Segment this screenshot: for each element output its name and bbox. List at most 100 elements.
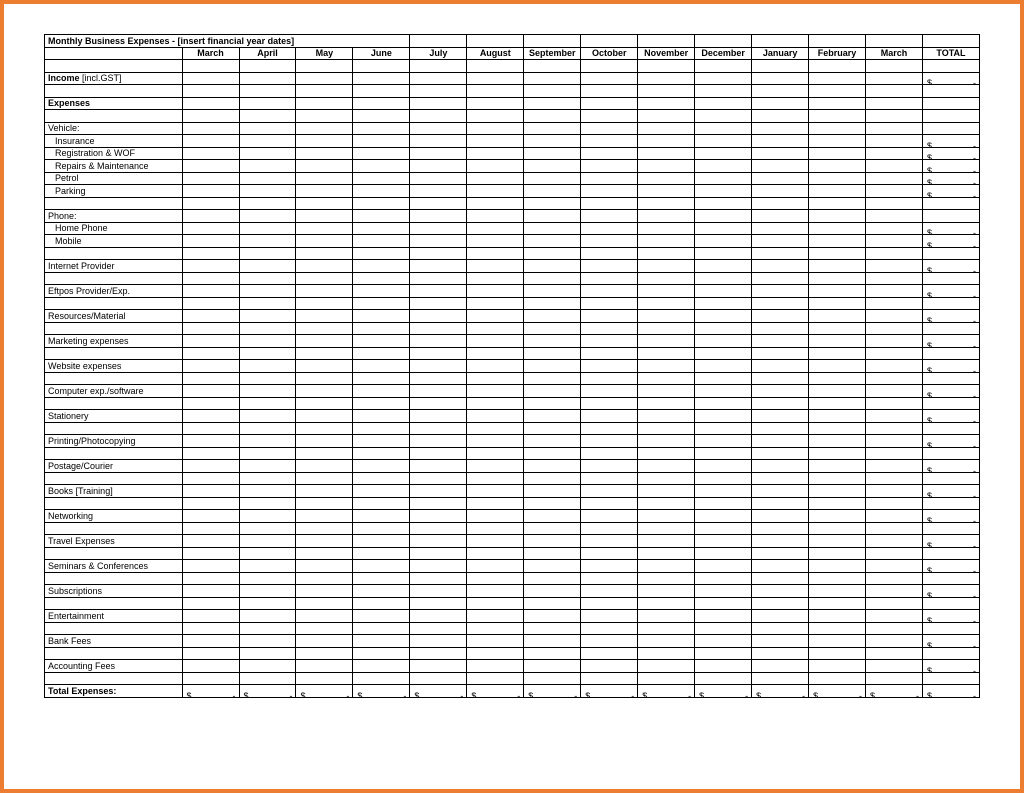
cell xyxy=(410,185,467,198)
cell xyxy=(296,285,353,298)
row-label: Phone: xyxy=(45,210,183,223)
cell xyxy=(866,410,923,423)
cell xyxy=(182,435,239,448)
cell xyxy=(467,147,524,160)
cell xyxy=(353,285,410,298)
row-label: Seminars & Conferences xyxy=(45,560,183,573)
cell xyxy=(866,185,923,198)
cell xyxy=(809,360,866,373)
sheet-title: Monthly Business Expenses - [insert fina… xyxy=(45,35,410,48)
cell xyxy=(809,610,866,623)
cell xyxy=(695,510,752,523)
cell xyxy=(695,235,752,248)
cell xyxy=(524,260,581,273)
cell xyxy=(239,185,296,198)
cell xyxy=(638,72,695,85)
cell xyxy=(296,72,353,85)
cell xyxy=(581,435,638,448)
expense-spreadsheet: Monthly Business Expenses - [insert fina… xyxy=(44,34,980,698)
cell xyxy=(695,460,752,473)
cell xyxy=(353,560,410,573)
cell xyxy=(752,385,809,398)
cell xyxy=(524,660,581,673)
col-header-april-1: April xyxy=(239,47,296,60)
row-total: $- xyxy=(922,360,979,373)
cell xyxy=(866,535,923,548)
cell xyxy=(866,160,923,173)
cell xyxy=(581,660,638,673)
cell xyxy=(695,610,752,623)
cell xyxy=(866,635,923,648)
cell xyxy=(410,235,467,248)
row-total: $- xyxy=(922,335,979,348)
row-total: $- xyxy=(922,460,979,473)
row-total: $- xyxy=(922,385,979,398)
month-total: $- xyxy=(353,685,410,698)
cell xyxy=(410,335,467,348)
cell xyxy=(239,560,296,573)
row-label: Resources/Material xyxy=(45,310,183,323)
col-header-july-4: July xyxy=(410,47,467,60)
cell xyxy=(353,460,410,473)
cell xyxy=(410,610,467,623)
cell xyxy=(581,260,638,273)
header-row: MarchAprilMayJuneJulyAugustSeptemberOcto… xyxy=(45,47,980,60)
cell xyxy=(296,260,353,273)
month-total: $- xyxy=(581,685,638,698)
row-4 xyxy=(45,110,980,123)
cell xyxy=(752,335,809,348)
cell xyxy=(410,585,467,598)
cell xyxy=(809,172,866,185)
cell xyxy=(581,510,638,523)
row-46: Bank Fees$- xyxy=(45,635,980,648)
cell xyxy=(467,410,524,423)
cell xyxy=(581,185,638,198)
cell xyxy=(524,222,581,235)
cell xyxy=(809,72,866,85)
cell xyxy=(752,435,809,448)
row-label: Registration & WOF xyxy=(45,147,183,160)
cell xyxy=(182,410,239,423)
cell xyxy=(809,535,866,548)
cell xyxy=(296,460,353,473)
row-20: Resources/Material $- xyxy=(45,310,980,323)
cell xyxy=(467,135,524,148)
row-total: $- xyxy=(922,310,979,323)
cell xyxy=(866,285,923,298)
cell xyxy=(182,660,239,673)
cell xyxy=(182,385,239,398)
cell xyxy=(581,610,638,623)
cell xyxy=(239,285,296,298)
cell xyxy=(239,235,296,248)
cell xyxy=(638,535,695,548)
cell xyxy=(296,172,353,185)
cell xyxy=(581,222,638,235)
cell xyxy=(524,410,581,423)
cell xyxy=(467,335,524,348)
row-total: $- xyxy=(922,172,979,185)
cell xyxy=(638,147,695,160)
cell xyxy=(581,172,638,185)
cell xyxy=(695,535,752,548)
row-label: Vehicle: xyxy=(45,122,183,135)
cell xyxy=(866,360,923,373)
cell xyxy=(353,147,410,160)
cell xyxy=(353,635,410,648)
cell xyxy=(809,185,866,198)
cell xyxy=(296,535,353,548)
cell xyxy=(467,385,524,398)
cell xyxy=(182,222,239,235)
row-total: $- xyxy=(922,185,979,198)
cell xyxy=(182,147,239,160)
row-24: Website expenses$- xyxy=(45,360,980,373)
cell xyxy=(695,285,752,298)
cell xyxy=(695,360,752,373)
cell xyxy=(410,147,467,160)
cell xyxy=(866,260,923,273)
cell xyxy=(581,335,638,348)
cell xyxy=(809,135,866,148)
cell xyxy=(296,635,353,648)
cell xyxy=(581,72,638,85)
cell xyxy=(866,460,923,473)
row-total: $- xyxy=(922,135,979,148)
